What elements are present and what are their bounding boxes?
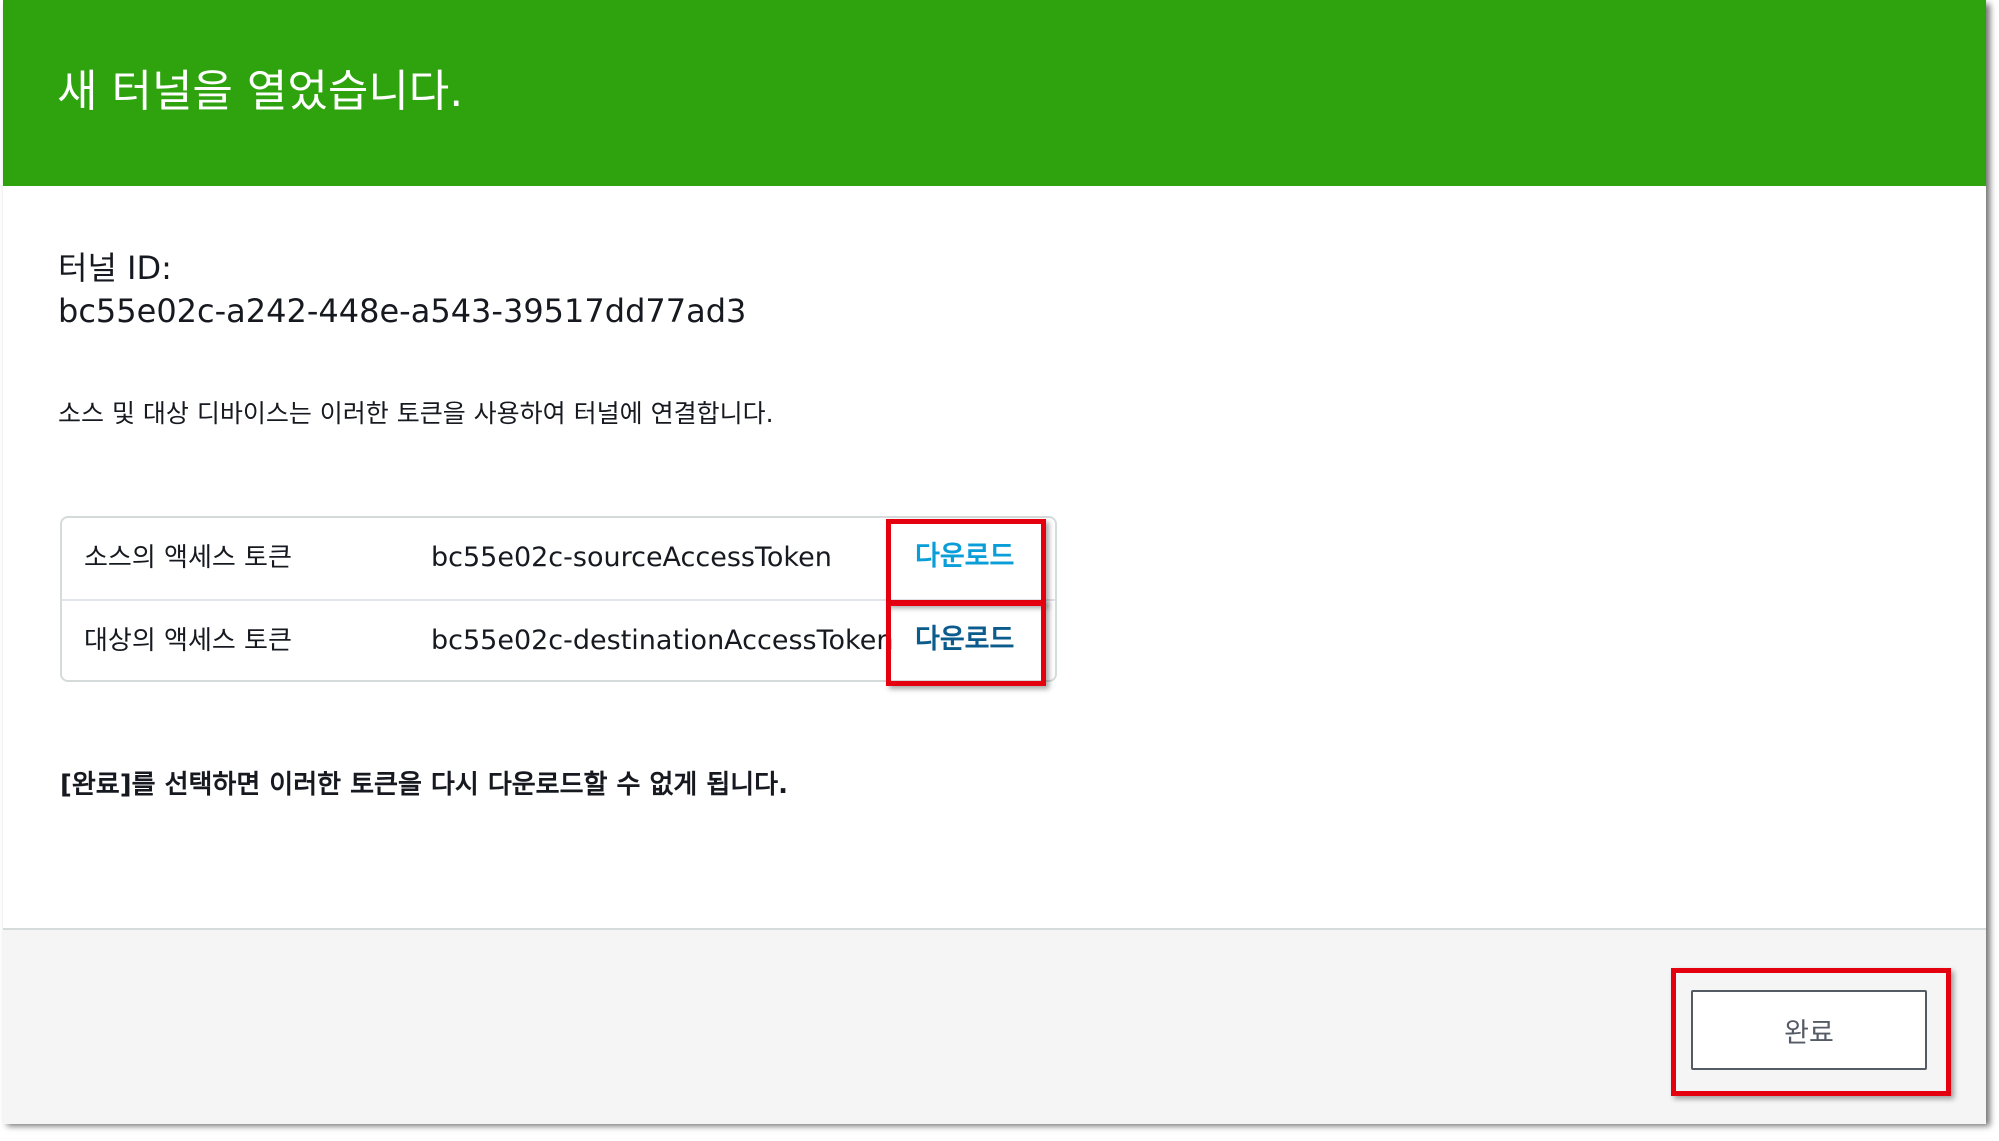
screenshot-frame: 새 터널을 열었습니다. 터널 ID: bc55e02c-a242-448e-a… bbox=[0, 0, 1999, 1141]
token-name: 대상의 액세스 토큰 bbox=[84, 626, 292, 656]
tunnel-id-value: bc55e02c-a242-448e-a543-39517dd77ad3 bbox=[58, 292, 747, 330]
download-source-token-link[interactable]: 다운로드 bbox=[915, 538, 1014, 576]
access-token-table: 소스의 액세스 토큰 bc55e02c-sourceAccessToken 다운… bbox=[60, 516, 1057, 682]
token-row-source: 소스의 액세스 토큰 bc55e02c-sourceAccessToken 다운… bbox=[62, 518, 1055, 601]
success-header: 새 터널을 열었습니다. bbox=[3, 0, 1986, 186]
download-destination-token-link[interactable]: 다운로드 bbox=[915, 621, 1014, 659]
token-file-name: bc55e02c-sourceAccessToken bbox=[431, 542, 832, 573]
tunnel-id-label: 터널 ID: bbox=[58, 249, 172, 287]
token-description: 소스 및 대상 디바이스는 이러한 토큰을 사용하여 터널에 연결합니다. bbox=[58, 399, 774, 428]
dialog-title: 새 터널을 열었습니다. bbox=[57, 66, 464, 117]
token-file-name: bc55e02c-destinationAccessToken bbox=[431, 625, 894, 656]
done-button[interactable]: 완료 bbox=[1691, 990, 1927, 1070]
token-name: 소스의 액세스 토큰 bbox=[84, 543, 292, 573]
tunnel-created-dialog: 새 터널을 열었습니다. 터널 ID: bc55e02c-a242-448e-a… bbox=[3, 0, 1986, 1124]
download-warning: [완료]를 선택하면 이러한 토큰을 다시 다운로드할 수 없게 됩니다. bbox=[60, 770, 788, 800]
dialog-footer bbox=[3, 928, 1986, 1124]
token-row-destination: 대상의 액세스 토큰 bc55e02c-destinationAccessTok… bbox=[62, 601, 1055, 682]
